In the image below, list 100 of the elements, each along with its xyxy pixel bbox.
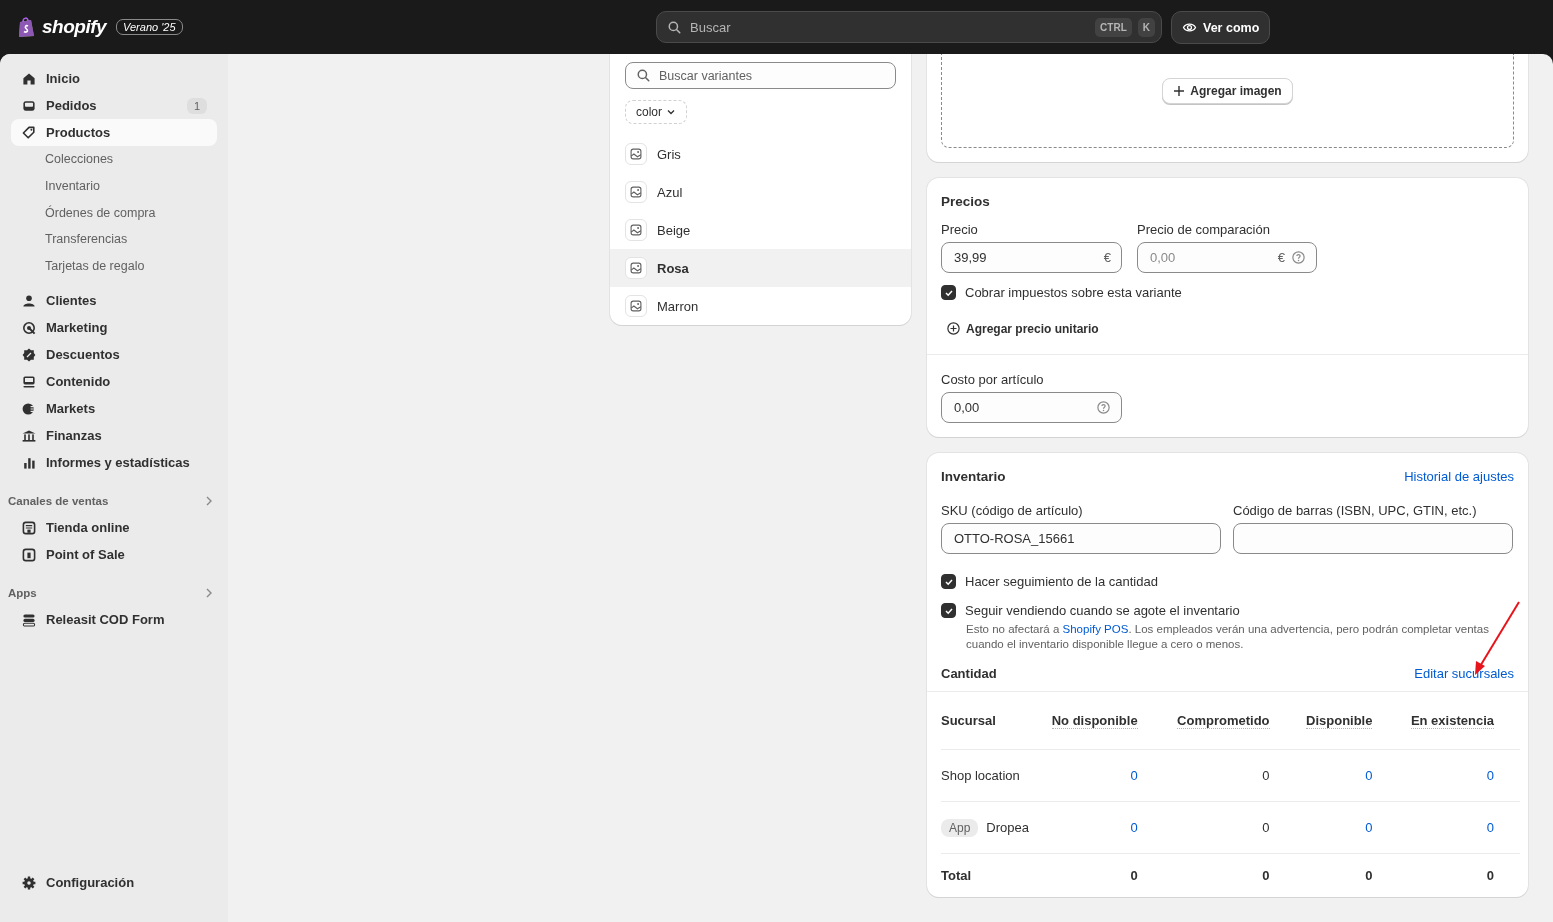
quantity-cell: 0 — [1262, 820, 1270, 835]
plus-circle-icon — [946, 321, 961, 336]
search-icon — [667, 19, 682, 35]
nav-item[interactable]: Markets — [11, 395, 217, 423]
field-label: Precio — [941, 222, 979, 237]
checkbox-label: Cobrar impuestos sobre esta variante — [965, 285, 1182, 300]
checkbox-label: Seguir vendiendo cuando se agote el inventario — [965, 603, 1240, 618]
help-icon[interactable] — [1291, 250, 1306, 265]
image-placeholder-icon — [625, 143, 647, 165]
quantity-cell[interactable]: 0 — [1365, 768, 1373, 783]
variant-search-input[interactable]: Buscar variantes — [657, 67, 885, 84]
quantity-cell[interactable]: 0 — [1365, 820, 1373, 835]
nav-subitem[interactable]: Transferencias — [11, 226, 217, 253]
variant-search-field[interactable]: Buscar variantes — [625, 62, 896, 89]
quantity-cell[interactable]: 0 — [1486, 820, 1494, 835]
quantity-cell[interactable]: 0 — [1486, 768, 1494, 783]
person-icon — [21, 292, 37, 309]
image-placeholder-icon — [625, 219, 647, 241]
card-title: Inventario — [941, 469, 1006, 484]
count-badge: 1 — [186, 97, 207, 114]
search-field[interactable]: Buscar CTRL K — [656, 11, 1162, 43]
nav-item[interactable]: Tienda online — [11, 514, 217, 542]
nav-item[interactable]: Clientes — [11, 287, 217, 315]
cost-field[interactable]: 0,00 — [941, 392, 1122, 423]
quantity-cell[interactable]: 0 — [1130, 768, 1138, 783]
nav-item[interactable]: Descuentos — [11, 341, 217, 369]
location-name: Total — [941, 868, 972, 883]
help-text: Esto no afectará a Shopify POS. Los empleados verán una advertencia, pero podrán completar ventas cuando el inventario disponible llegue a cero o menos. — [966, 622, 1490, 652]
help-icon[interactable] — [1096, 400, 1111, 415]
checkbox-label: Hacer seguimiento de la cantidad — [965, 574, 1158, 589]
logo-text[interactable]: shopify — [42, 16, 107, 38]
price-input[interactable]: 39,99 — [952, 249, 1098, 266]
sku-input[interactable]: OTTO-ROSA_15661 — [952, 530, 1210, 547]
cost-input[interactable]: 0,00 — [952, 399, 1090, 416]
field-label: Costo por artículo — [941, 372, 1045, 387]
nav-item[interactable]: Point of Sale — [11, 541, 217, 569]
quantity-cell[interactable]: 0 — [1130, 820, 1138, 835]
view-as-button[interactable]: Ver como — [1171, 11, 1271, 44]
variant-row[interactable]: Beige — [610, 211, 911, 249]
search-icon — [636, 68, 651, 83]
discount-icon — [21, 346, 37, 363]
checkbox[interactable] — [941, 574, 956, 589]
chevron-down-icon — [666, 107, 676, 117]
nav-subitem[interactable]: Colecciones — [11, 146, 217, 173]
quantity-cell: 0 — [1486, 868, 1494, 883]
variant-row[interactable]: Gris — [610, 135, 911, 173]
filter-chip[interactable]: color — [625, 100, 687, 124]
sku-field[interactable]: OTTO-ROSA_15661 — [941, 523, 1221, 554]
column-header[interactable]: No disponible — [1051, 713, 1138, 729]
compare-price-field[interactable]: 0,00 € — [1137, 242, 1317, 273]
shopping-bag-logo-icon — [18, 16, 36, 38]
settings-nav-item[interactable]: Configuración — [11, 869, 217, 896]
nav-item[interactable]: Informes y estadísticas — [11, 449, 217, 477]
compare-price-input[interactable]: 0,00 — [1148, 249, 1272, 266]
quantity-cell: 0 — [1262, 868, 1270, 883]
quantity-cell: 0 — [1262, 768, 1270, 783]
column-header[interactable]: Disponible — [1306, 713, 1373, 729]
nav-item[interactable]: Contenido — [11, 368, 217, 396]
store-icon — [21, 519, 37, 536]
edit-locations-link[interactable]: Editar sucursales — [1414, 666, 1514, 681]
field-label: Código de barras (ISBN, UPC, GTIN, etc.) — [1233, 503, 1478, 518]
media-dropzone[interactable]: Agregar imagen — [941, 54, 1514, 148]
column-header[interactable]: En existencia — [1410, 713, 1494, 729]
add-unit-price-button[interactable]: Agregar precio unitario — [946, 321, 1099, 336]
monitor-icon — [21, 373, 37, 390]
image-placeholder-icon — [625, 295, 647, 317]
nav-item[interactable]: Pedidos 1 — [11, 92, 217, 119]
nav-subitem[interactable]: Órdenes de compra — [11, 199, 217, 227]
section-title[interactable]: Canales de ventas — [8, 495, 109, 508]
field-label: Precio de comparación — [1137, 222, 1271, 237]
nav-item[interactable]: Productos — [11, 119, 217, 146]
nav-item[interactable]: Finanzas — [11, 422, 217, 450]
nav-item[interactable]: Marketing — [11, 314, 217, 342]
location-name: Shop location — [941, 768, 1020, 783]
edition-badge[interactable]: Verano '25 — [116, 19, 183, 35]
currency-symbol: € — [1103, 250, 1111, 265]
variant-row[interactable]: Azul — [610, 173, 911, 211]
column-header[interactable]: Comprometido — [1177, 713, 1270, 729]
checkbox[interactable] — [941, 285, 956, 300]
price-field[interactable]: 39,99 € — [941, 242, 1122, 273]
column-header: Sucursal — [941, 692, 1039, 750]
add-image-button[interactable]: Agregar imagen — [1162, 78, 1293, 104]
variant-row[interactable]: Rosa — [610, 249, 911, 287]
variant-row[interactable]: Marron — [610, 287, 911, 325]
nav-subitem[interactable]: Inventario — [11, 172, 217, 200]
currency-symbol: € — [1277, 250, 1285, 265]
adjustment-history-link[interactable]: Historial de ajustes — [1404, 469, 1514, 484]
section-title: Cantidad — [941, 666, 997, 681]
nav-item[interactable]: Releasit COD Form — [11, 606, 217, 634]
eye-icon — [1182, 20, 1197, 35]
barcode-field[interactable] — [1233, 523, 1513, 554]
shortcut-key: K — [1137, 17, 1155, 37]
search-input[interactable]: Buscar — [688, 18, 1090, 36]
plus-icon — [1173, 85, 1186, 97]
nav-item[interactable]: Inicio — [11, 65, 217, 92]
nav-subitem[interactable]: Tarjetas de regalo — [11, 252, 217, 280]
quantity-cell: 0 — [1130, 868, 1138, 883]
section-title[interactable]: Apps — [8, 587, 37, 600]
quantity-cell: 0 — [1365, 868, 1373, 883]
checkbox[interactable] — [941, 603, 956, 618]
